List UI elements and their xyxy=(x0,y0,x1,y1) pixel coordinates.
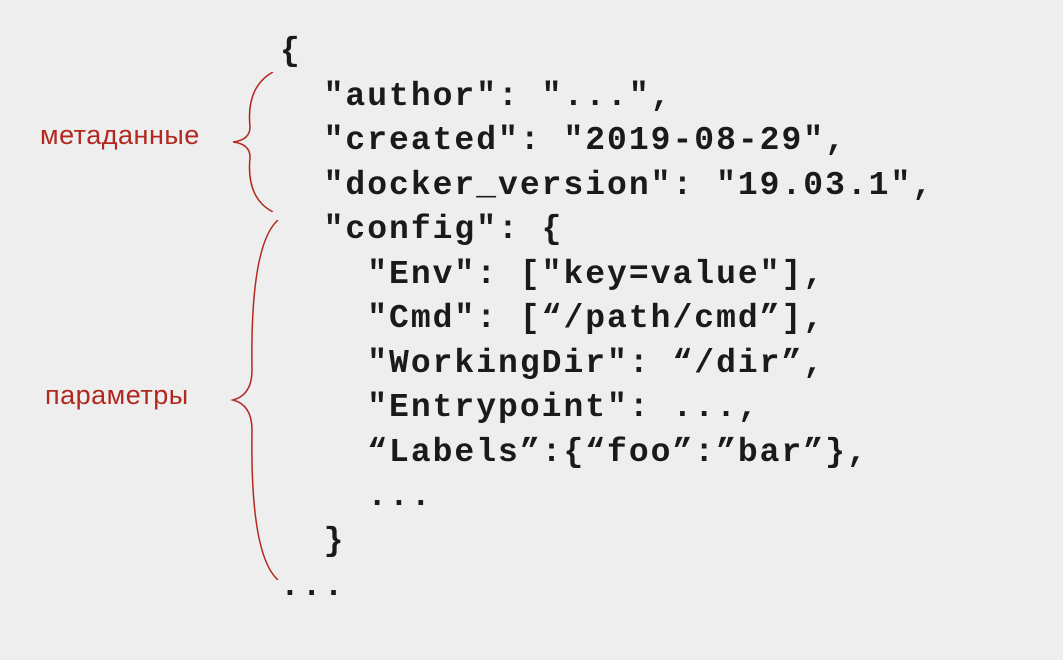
code-line-8: "Entrypoint": ..., xyxy=(280,389,760,426)
code-line-10: ... xyxy=(280,478,433,515)
code-line-12: ... xyxy=(280,568,345,605)
code-line-3: "docker_version": "19.03.1", xyxy=(280,167,934,204)
code-line-11: } xyxy=(280,523,345,560)
code-line-6: "Cmd": [“/path/cmd”], xyxy=(280,300,825,337)
code-line-5: "Env": ["key=value"], xyxy=(280,256,825,293)
label-metadata: метаданные xyxy=(40,120,200,151)
code-block: { "author": "...", "created": "2019-08-2… xyxy=(280,30,934,609)
brace-parameters-icon xyxy=(228,220,288,580)
code-line-1: "author": "...", xyxy=(280,78,672,115)
label-parameters: параметры xyxy=(45,380,189,411)
code-line-4: "config": { xyxy=(280,211,563,248)
code-line-2: "created": "2019-08-29", xyxy=(280,122,847,159)
brace-metadata-icon xyxy=(228,72,288,212)
code-line-9: “Labels”:{“foo”:”bar”}, xyxy=(280,434,869,471)
code-line-0: { xyxy=(280,33,302,70)
code-line-7: "WorkingDir": “/dir”, xyxy=(280,345,825,382)
